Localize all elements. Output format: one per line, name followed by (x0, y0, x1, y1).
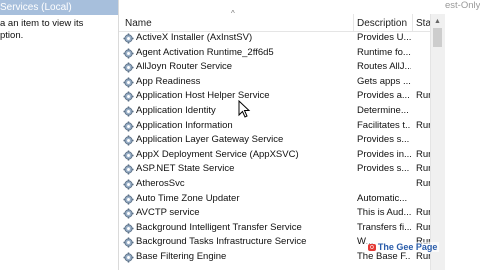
service-description: Transfers fi... (357, 221, 411, 233)
service-name: AVCTP service (136, 207, 200, 219)
service-row[interactable]: Application Identity Determine... (119, 104, 430, 119)
service-gear-icon (123, 150, 134, 161)
service-name: Application Layer Gateway Service (136, 134, 284, 146)
service-row[interactable]: AVCTP service This is Aud... Rur (119, 206, 431, 221)
service-gear-icon (123, 252, 134, 263)
mouse-cursor-icon (238, 100, 251, 118)
service-row[interactable]: ASP.NET State Service Provides s... Rur (119, 162, 431, 177)
service-gear-icon (123, 33, 134, 44)
service-description: Provides s... (357, 163, 410, 175)
left-pane-header: Services (Local) (0, 0, 118, 15)
service-gear-icon (123, 193, 134, 205)
service-row[interactable]: Base Filtering Engine The Base F... Rur (119, 250, 431, 265)
service-gear-icon (123, 164, 134, 175)
service-gear-icon (123, 135, 134, 146)
service-row[interactable]: Application Layer Gateway Service Provide… (119, 133, 430, 148)
column-header-name[interactable]: Name (125, 18, 152, 29)
service-gear-icon (123, 62, 134, 73)
service-name: Application Information (136, 119, 233, 131)
service-gear-icon (123, 121, 134, 132)
service-gear-icon (123, 77, 134, 88)
service-row[interactable]: Application Host Helper Service Provides … (119, 89, 431, 104)
scroll-thumb[interactable] (433, 28, 442, 47)
service-name: App Readiness (136, 75, 201, 87)
service-gear-icon (123, 48, 134, 59)
left-pane-description: a an item to view its ption. (0, 15, 118, 42)
service-gear-icon (123, 179, 134, 190)
column-header-status[interactable]: Sta (416, 18, 431, 29)
service-row[interactable]: AppX Deployment Service (AppXSVC) Provide… (119, 148, 431, 163)
service-description: The Base F... (357, 250, 411, 262)
service-description: Automatic... (357, 192, 408, 204)
service-gear-icon (123, 106, 134, 117)
watermark-text: The Gee Page (377, 242, 438, 252)
service-name: Auto Time Zone Updater (136, 192, 240, 204)
service-row[interactable]: ActiveX Installer (AxInstSV) Provides U..… (119, 31, 430, 46)
service-row[interactable]: Auto Time Zone Updater Automatic... (119, 192, 430, 207)
service-name: AtherosSvc (136, 177, 185, 189)
service-row[interactable]: AllJoyn Router Service Routes AllJ... (119, 60, 430, 75)
service-name: ASP.NET State Service (136, 163, 235, 175)
service-gear-icon (123, 91, 134, 102)
right-pane-text: est-Only (445, 0, 480, 11)
service-rows: ActiveX Installer (AxInstSV) Provides U..… (119, 31, 431, 265)
service-row[interactable]: Agent Activation Runtime_2ff6d5 Runtime f… (119, 46, 430, 61)
column-separator[interactable] (412, 14, 413, 31)
service-gear-icon (123, 208, 134, 219)
service-name: ActiveX Installer (AxInstSV) (136, 32, 253, 43)
scroll-up-arrow-icon[interactable]: ▲ (434, 18, 441, 25)
service-name: AllJoyn Router Service (136, 61, 233, 73)
service-name: Agent Activation Runtime_2ff6d5 (136, 46, 274, 58)
service-description: Provides a... (357, 90, 410, 102)
column-header-row: ^ Name Description Sta (119, 0, 431, 32)
service-row[interactable]: Application Information Facilitates t... R… (119, 119, 431, 134)
service-name: Background Tasks Infrastructure Service (136, 236, 307, 248)
service-name: AppX Deployment Service (AppXSVC) (136, 148, 299, 160)
service-description: Provides U... (357, 32, 411, 43)
service-row[interactable]: AtherosSvc Rur (119, 177, 431, 192)
left-pane-text-line2: ption. (0, 30, 24, 41)
service-row[interactable]: App Readiness Gets apps ... (119, 75, 430, 90)
service-description: Facilitates t... (357, 119, 411, 131)
service-name: Base Filtering Engine (136, 250, 227, 262)
service-row[interactable]: Background Intelligent Transfer Service T… (119, 221, 431, 236)
watermark-badge: o (368, 243, 376, 251)
right-pane: est-Only (445, 0, 480, 270)
vertical-scrollbar[interactable]: ▲ (430, 14, 445, 270)
column-header-description[interactable]: Description (357, 18, 407, 29)
service-description: Provides s... (357, 134, 410, 146)
service-gear-icon (123, 223, 134, 234)
service-description: Gets apps ... (357, 75, 411, 87)
watermark: o The Gee Page (366, 242, 440, 252)
service-description: Determine... (357, 104, 409, 116)
service-gear-icon (123, 237, 134, 248)
service-name: Application Identity (136, 104, 216, 116)
service-description: Routes AllJ... (357, 61, 411, 73)
services-list[interactable]: ^ Name Description Sta ActiveX Installer… (119, 0, 431, 270)
sort-ascending-icon: ^ (231, 9, 235, 18)
left-pane: Services (Local) a an item to view its p… (0, 0, 118, 270)
column-separator[interactable] (353, 14, 354, 31)
service-description: Runtime fo... (357, 46, 411, 58)
left-pane-text-line1: a an item to view its (0, 18, 84, 29)
service-description: This is Aud... (357, 207, 411, 219)
service-description: Provides in... (357, 148, 411, 160)
service-name: Background Intelligent Transfer Service (136, 221, 302, 233)
